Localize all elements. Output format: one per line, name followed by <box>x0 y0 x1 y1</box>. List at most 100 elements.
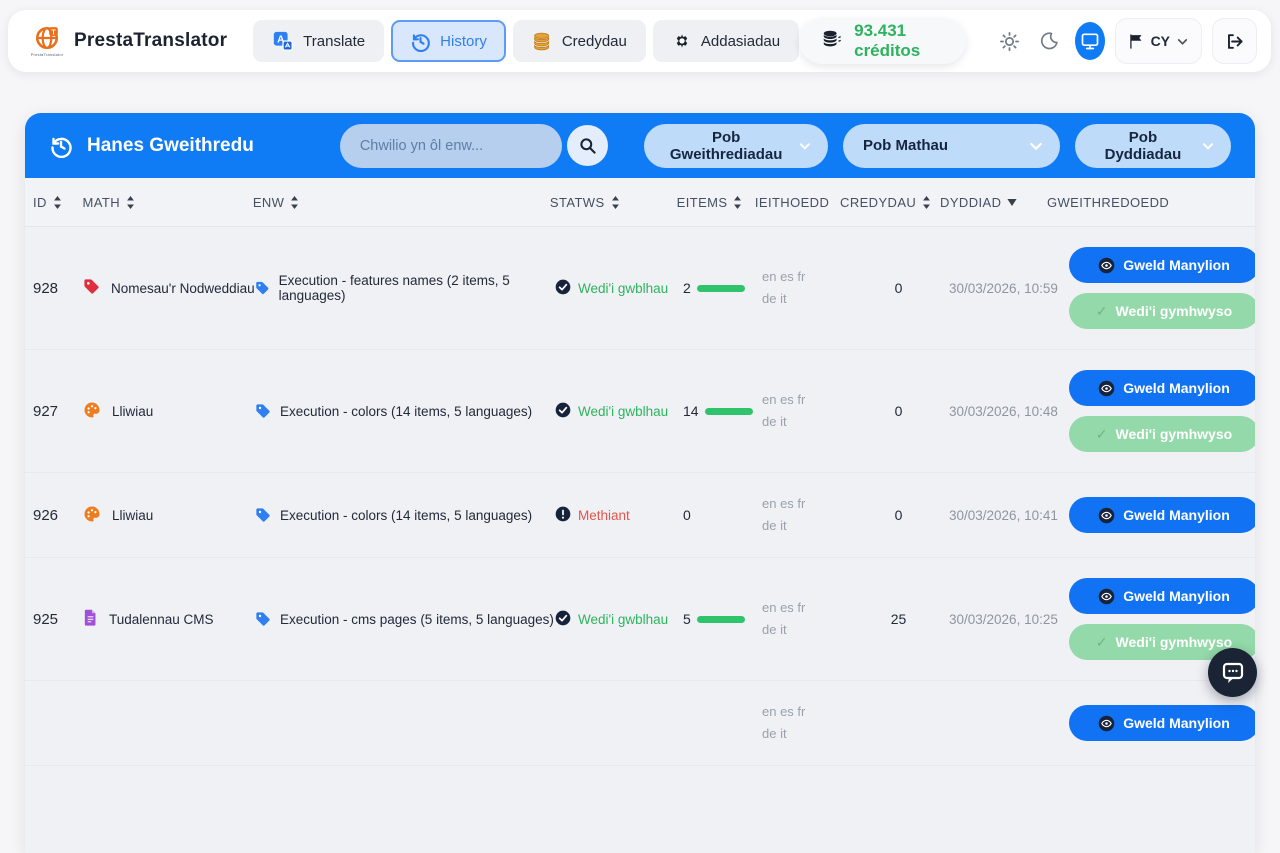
filter-dropdown-2[interactable]: Pob Dyddiadau <box>1075 124 1231 168</box>
nav-item-label: Addasiadau <box>701 33 780 50</box>
language-code: CY <box>1151 33 1170 49</box>
nav-item-credydau[interactable]: Credydau <box>513 20 646 62</box>
applied-button[interactable]: ✓ Wedi'i gymhwyso <box>1069 293 1255 329</box>
nav-item-label: Translate <box>303 33 365 50</box>
flag-icon <box>1128 33 1145 50</box>
row-type-label: Nomesau'r Nodweddiau <box>111 281 255 296</box>
chevron-down-icon <box>1028 138 1044 154</box>
row-name-label: Execution - cms pages (5 items, 5 langua… <box>280 612 554 627</box>
row-date: 30/03/2026, 10:25 <box>949 612 1057 627</box>
row-actions: Gweld Manylion ✓ <box>1069 497 1255 533</box>
view-details-button[interactable]: Gweld Manylion <box>1069 578 1255 614</box>
row-name: Execution - features names (2 items, 5 l… <box>255 273 555 303</box>
eye-icon <box>1098 257 1115 274</box>
progress-bar <box>697 616 745 623</box>
row-credits: 25 <box>848 611 949 627</box>
tag-blue-icon <box>255 280 270 296</box>
chat-icon <box>1221 661 1245 685</box>
row-type: Tudalennau CMS <box>83 609 255 629</box>
row-items: 5 <box>683 611 762 627</box>
view-details-label: Gweld Manylion <box>1123 507 1230 523</box>
top-navbar: T PrestaTranslator PrestaTranslator ATra… <box>8 10 1271 72</box>
row-items: 2 <box>683 280 762 296</box>
column-header-eitems[interactable]: EITEMS <box>677 195 755 210</box>
column-label: STATWS <box>550 195 605 210</box>
nav-item-history[interactable]: History <box>391 20 506 62</box>
table-row: 927 Lliwiau Execution - colors (14 items… <box>25 350 1255 473</box>
credits-badge: 93.431 créditos <box>799 18 966 64</box>
nav-item-label: History <box>440 33 487 50</box>
language-selector[interactable]: CY <box>1115 18 1202 64</box>
sort-icon <box>126 196 135 209</box>
app-logo-icon: T PrestaTranslator <box>30 24 64 58</box>
coins-dark-icon <box>821 28 843 55</box>
applied-label: Wedi'i gymhwyso <box>1116 426 1233 442</box>
chevron-down-icon <box>1176 35 1189 48</box>
gear-icon <box>672 31 692 51</box>
logout-button[interactable] <box>1212 18 1257 64</box>
table-body: 928 Nomesau'r Nodweddiau Execution - fea… <box>25 227 1255 766</box>
moon-icon <box>1039 31 1059 51</box>
view-details-label: Gweld Manylion <box>1123 588 1230 604</box>
search-input[interactable] <box>340 124 562 168</box>
filter-label: Pob Gweithrediadau <box>664 129 788 163</box>
filter-label: Pob Mathau <box>863 137 948 154</box>
filter-dropdown-0[interactable]: Pob Gweithrediadau <box>644 124 828 168</box>
column-header-ieithoedd: IEITHOEDD <box>755 195 840 210</box>
row-status: Wedi'i gwblhau <box>555 402 683 421</box>
column-label: EITEMS <box>677 195 728 210</box>
nav-item-translate[interactable]: ATranslate <box>253 20 384 62</box>
column-header-dyddiad[interactable]: DYDDIAD <box>940 195 1047 210</box>
row-status: Wedi'i gwblhau <box>555 279 683 298</box>
view-details-button[interactable]: Gweld Manylion <box>1069 497 1255 533</box>
check-icon: ✓ <box>1096 634 1108 651</box>
row-type-label: Lliwiau <box>112 508 153 523</box>
column-header-gweithredoedd: GWEITHREDOEDD <box>1047 195 1247 210</box>
row-languages: en es fr de it <box>762 266 848 310</box>
column-label: DYDDIAD <box>940 195 1001 210</box>
search-button[interactable] <box>567 125 608 166</box>
table-row: 925 Tudalennau CMS Execution - cms pages… <box>25 558 1255 681</box>
filter-dropdown-1[interactable]: Pob Mathau <box>843 124 1060 168</box>
eye-icon <box>1098 715 1115 732</box>
check-circle-icon <box>555 279 571 295</box>
view-details-button[interactable]: Gweld Manylion <box>1069 705 1255 741</box>
search-icon <box>578 136 597 155</box>
applied-button[interactable]: ✓ Wedi'i gymhwyso <box>1069 416 1255 452</box>
row-languages: en es fr de it <box>762 701 848 745</box>
row-items-count: 5 <box>683 611 691 627</box>
theme-light-button[interactable] <box>994 22 1024 60</box>
row-status-label: Wedi'i gwblhau <box>578 612 668 627</box>
check-icon: ✓ <box>1096 426 1108 443</box>
history-panel: Hanes Gweithredu Pob Gweithrediadau Pob M… <box>25 113 1255 853</box>
row-credits: 0 <box>848 280 949 296</box>
logo-caption: PrestaTranslator <box>31 52 64 57</box>
brand: T PrestaTranslator PrestaTranslator <box>30 24 227 58</box>
view-details-button[interactable]: Gweld Manylion <box>1069 370 1255 406</box>
view-details-button[interactable]: Gweld Manylion <box>1069 247 1255 283</box>
row-type-label: Lliwiau <box>112 404 153 419</box>
nav-item-addasiadau[interactable]: Addasiadau <box>653 20 799 62</box>
column-header-math[interactable]: MATH <box>83 195 253 210</box>
column-header-credydau[interactable]: CREDYDAU <box>840 195 940 210</box>
history-icon <box>410 31 431 52</box>
column-label: CREDYDAU <box>840 195 916 210</box>
monitor-icon <box>1080 31 1100 51</box>
table-row: en es fr de it Gweld Manylion ✓ <box>25 681 1255 766</box>
column-header-enw[interactable]: ENW <box>253 195 550 210</box>
column-header-statws[interactable]: STATWS <box>550 195 677 210</box>
chat-widget-button[interactable] <box>1208 648 1257 697</box>
theme-dark-button[interactable] <box>1034 22 1064 60</box>
row-type-label: Tudalennau CMS <box>109 612 214 627</box>
column-header-id[interactable]: ID <box>33 195 83 210</box>
tag-red-icon <box>83 278 100 295</box>
chevron-down-icon <box>1201 138 1215 154</box>
history-icon <box>49 134 73 158</box>
row-id: 926 <box>33 507 83 524</box>
theme-system-button[interactable] <box>1075 22 1105 60</box>
app-title: PrestaTranslator <box>74 30 227 52</box>
panel-title: Hanes Gweithredu <box>49 134 254 158</box>
search-area <box>340 124 608 168</box>
row-status-label: Wedi'i gwblhau <box>578 281 668 296</box>
row-date: 30/03/2026, 10:48 <box>949 404 1057 419</box>
